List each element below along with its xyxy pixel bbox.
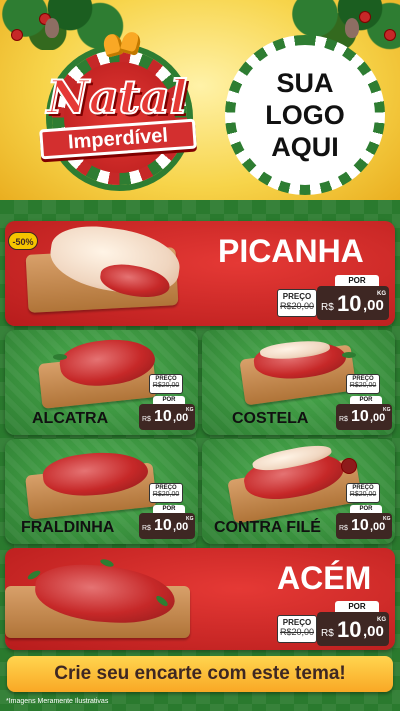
currency: R$: [142, 525, 151, 532]
unit: KG: [383, 516, 391, 522]
discount-badge: -50%: [8, 232, 38, 250]
price-int: 10: [351, 408, 369, 425]
price-int: 10: [154, 408, 172, 425]
preco-label: PREÇO: [282, 292, 312, 301]
product-card-costela[interactable]: COSTELA PREÇO R$20,00 POR R$ 10 ,00 KG: [202, 330, 395, 435]
price-dec: ,00: [370, 521, 386, 533]
por-label: POR: [153, 396, 185, 404]
product-card-alcatra[interactable]: ALCATRA PREÇO R$20,00 POR R$ 10 ,00 KG: [5, 330, 198, 435]
natal-badge: Natal Imperdível: [32, 30, 202, 197]
product-name: COSTELA: [232, 410, 309, 427]
price-int: 10: [337, 617, 362, 642]
price-dec: ,00: [173, 521, 189, 533]
price-int: 10: [154, 517, 172, 534]
price-int: 10: [337, 291, 362, 316]
pinecone-icon: [345, 18, 359, 38]
unit: KG: [383, 407, 391, 413]
ornament-icon: [360, 12, 370, 22]
bells-icon: [101, 30, 144, 58]
unit: KG: [186, 516, 194, 522]
old-price: R$20,00: [279, 301, 315, 311]
currency: R$: [321, 628, 334, 639]
price-int: 10: [351, 517, 369, 534]
product-name: ACÉM: [277, 560, 372, 596]
currency: R$: [142, 416, 151, 423]
old-price: R$20,00: [349, 382, 377, 389]
price-tag: PREÇO R$20,00 POR R$ 10 ,00 KG: [336, 374, 392, 432]
unit: KG: [377, 617, 386, 623]
disclaimer: *Imagens Meramente Ilustrativas: [6, 698, 109, 705]
price-tag: PREÇO R$20,00 POR R$ 10 ,00 KG: [139, 374, 195, 432]
unit: KG: [377, 291, 386, 297]
old-price: R$20,00: [279, 627, 315, 637]
price-dec: ,00: [370, 412, 386, 424]
por-label: POR: [335, 275, 379, 286]
old-price: R$20,00: [349, 491, 377, 498]
product-card-acem[interactable]: ACÉM PREÇO R$20,00 POR R$ 10 ,00 KG: [5, 548, 395, 650]
product-card-contra-file[interactable]: CONTRA FILÉ PREÇO R$20,00 POR R$ 10 ,00 …: [202, 439, 395, 544]
product-name: PICANHA: [218, 233, 364, 269]
herb-icon: [342, 352, 356, 358]
product-name: ALCATRA: [32, 410, 109, 427]
header-banner: Natal Imperdível SUA LOGO AQUI: [0, 0, 400, 215]
price-dec: ,00: [363, 297, 384, 314]
onion-icon: [342, 459, 356, 473]
herb-icon: [53, 354, 67, 360]
product-name: CONTRA FILÉ: [214, 519, 321, 536]
unit: KG: [186, 407, 194, 413]
product-card-fraldinha[interactable]: FRALDINHA PREÇO R$20,00 POR R$ 10 ,00 KG: [5, 439, 198, 544]
currency: R$: [339, 416, 348, 423]
price-tag: PREÇO R$20,00 POR R$ 10 ,00 KG: [275, 601, 391, 646]
price-tag: PREÇO R$20,00 POR R$ 10 ,00 KG: [336, 483, 392, 541]
currency: R$: [339, 525, 348, 532]
logo-placeholder: SUA LOGO AQUI: [225, 35, 385, 195]
product-card-picanha[interactable]: PICANHA PREÇO R$20,00 POR R$ 10 ,00 KG: [5, 221, 395, 326]
price-tag: PREÇO R$20,00 POR R$ 10 ,00 KG: [275, 275, 391, 320]
por-label: POR: [153, 505, 185, 513]
cta-button[interactable]: Crie seu encarte com este tema!: [7, 656, 393, 692]
logo-line: AQUI: [271, 132, 339, 162]
product-name: FRALDINHA: [21, 519, 115, 536]
badge-title: Natal: [46, 69, 188, 125]
por-label: POR: [350, 505, 382, 513]
ornament-icon: [385, 30, 395, 40]
price-dec: ,00: [363, 623, 384, 640]
por-label: POR: [335, 601, 379, 612]
price-dec: ,00: [173, 412, 189, 424]
old-price: R$20,00: [152, 382, 180, 389]
price-tag: PREÇO R$20,00 POR R$ 10 ,00 KG: [139, 483, 195, 541]
logo-line: SUA: [276, 68, 334, 98]
por-label: POR: [350, 396, 382, 404]
preco-label: PREÇO: [282, 618, 312, 627]
old-price: R$20,00: [152, 491, 180, 498]
ornament-icon: [12, 30, 22, 40]
logo-line: LOGO: [265, 100, 345, 130]
currency: R$: [321, 302, 334, 313]
